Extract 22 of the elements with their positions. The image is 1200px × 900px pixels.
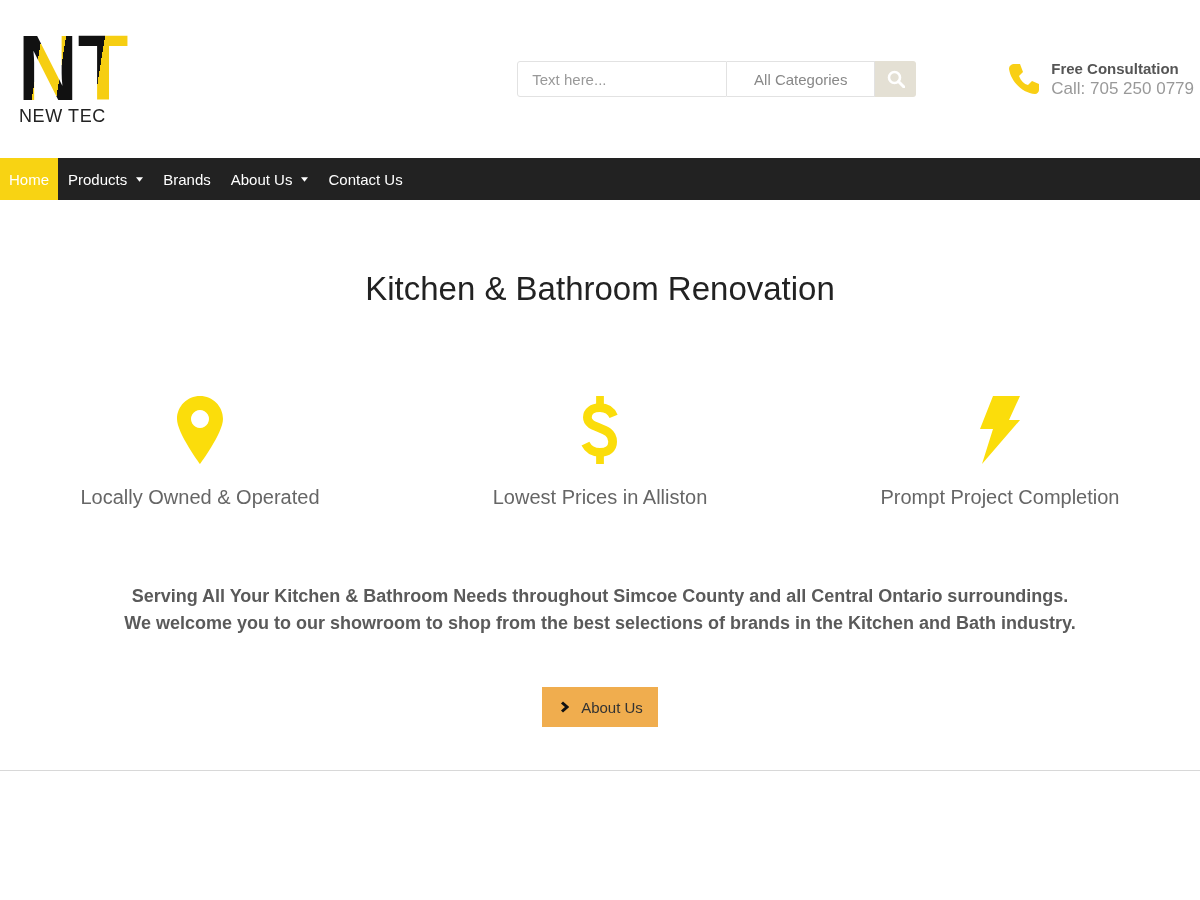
category-select[interactable]: All Categories (727, 61, 876, 97)
location-pin-icon (177, 396, 223, 464)
nav-item[interactable]: Contact Us (318, 158, 413, 200)
intro-text: Serving All Your Kitchen & Bathroom Needs throughout Simcoe County and all Central Ontario surroundings. (131, 585, 1069, 608)
feature-label: Locally Owned & Operated (80, 485, 320, 509)
dollar-icon (581, 396, 619, 464)
intro-text: We welcome you to our showroom to shop from the best selections of brands in the Kitchen and Bath industry. (124, 612, 1076, 635)
search-button[interactable] (875, 61, 917, 97)
phone-icon (1008, 63, 1041, 95)
feature-label: Prompt Project Completion (880, 485, 1120, 509)
lightning-bolt-icon (980, 396, 1020, 464)
consultation-label: Free Consultation (1051, 59, 1180, 78)
chevron-right-icon (560, 701, 570, 713)
logo-wordmark: NEW TEC (19, 106, 106, 126)
nav-item[interactable]: About Us (220, 158, 319, 200)
nav-item[interactable]: Brands (153, 158, 221, 200)
search-field[interactable]: Text here... (517, 61, 728, 97)
feature-label: Lowest Prices in Alliston (492, 485, 708, 509)
nav-item[interactable]: Products (58, 158, 154, 200)
about-us-button[interactable]: About Us (542, 687, 658, 727)
page-heading: Kitchen & Bathroom Renovation (365, 269, 835, 309)
search-icon (886, 70, 905, 88)
